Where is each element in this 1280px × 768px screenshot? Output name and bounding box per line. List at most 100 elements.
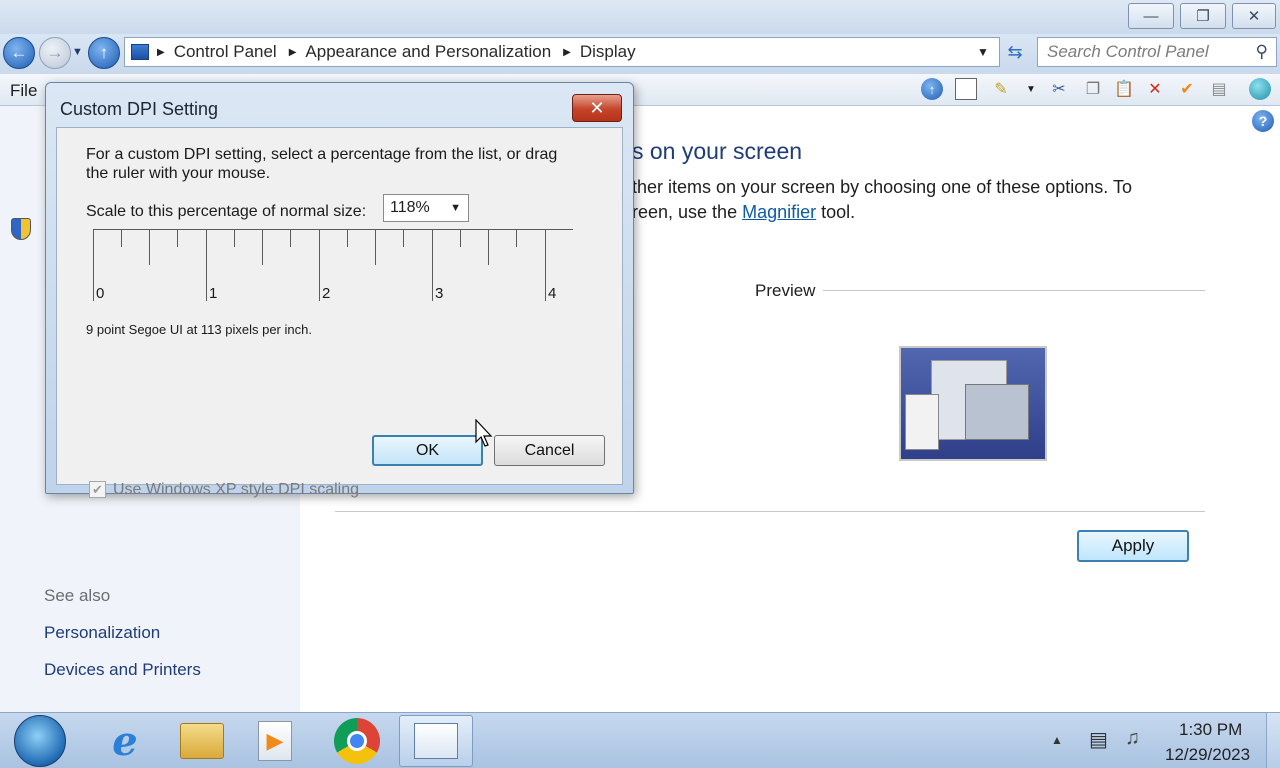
close-window-button[interactable]: ✕ [1232,3,1276,29]
preview-image [899,346,1047,461]
restore-button[interactable]: ❐ [1180,3,1226,29]
dialog-close-button[interactable]: ✕ [572,94,622,122]
network-icon[interactable]: ▤ [1089,727,1108,752]
ruler-tick [488,229,489,265]
taskbar-file-explorer[interactable] [167,715,237,767]
help-icon[interactable]: ? [1252,110,1274,132]
menu-file[interactable]: File [10,81,37,101]
scale-label: Scale to this percentage of normal size: [86,203,367,220]
desc-text-a: reen, use the [632,202,743,222]
taskbar-chrome[interactable] [322,715,392,767]
ruler-tick [206,229,207,301]
breadcrumb-appearance[interactable]: Appearance and Personalization [305,42,551,62]
close-icon: ✕ [589,97,605,118]
up-button[interactable]: ↑ [88,37,120,69]
taskbar-control-panel[interactable] [399,715,473,767]
control-panel-icon [414,723,458,759]
minimize-button[interactable]: — [1128,3,1174,29]
properties-icon[interactable]: ▤ [1208,78,1230,100]
page-description-line2: reen, use the Magnifier tool. [632,202,855,223]
ruler-tick [319,229,320,301]
search-input[interactable]: Search Control Panel ⚲ [1037,37,1277,67]
page-heading: s on your screen [632,138,803,164]
chevron-down-icon: ▼ [450,202,461,214]
preview-divider [823,290,1205,291]
start-button[interactable] [5,715,75,767]
control-panel-icon [131,44,149,60]
dpi-sample-text: 9 point Segoe UI at 113 pixels per inch. [86,322,312,337]
breadcrumb-arrow-icon: ▶ [563,46,571,58]
dropdown-icon[interactable]: ▼ [1020,78,1042,100]
scale-percentage-select[interactable]: 118% ▼ [383,194,469,222]
see-also-title: See also [44,586,111,605]
show-hidden-icons-button[interactable]: ▲ [1051,733,1063,747]
xp-scaling-label: Use Windows XP style DPI scaling [113,481,360,498]
paste-icon[interactable]: 📋 [1113,78,1135,100]
show-desktop-button[interactable] [1266,713,1280,768]
pane-icon[interactable] [955,78,977,100]
cancel-label: Cancel [524,441,575,459]
recent-pages-dropdown[interactable]: ▼ [72,46,83,58]
restore-icon: ❐ [1196,8,1210,25]
checkmark-icon[interactable]: ✔ [1176,78,1198,100]
address-dropdown-icon[interactable]: ▼ [977,45,989,59]
media-player-icon: ▶ [258,721,292,761]
ruler-top-line [93,229,573,230]
dialog-instructions-line2: the ruler with your mouse. [86,165,271,182]
ruler-tick [432,229,433,301]
cut-icon[interactable]: ✂ [1048,78,1070,100]
up-folder-icon[interactable]: ↑ [921,78,943,100]
breadcrumb-display[interactable]: Display [580,42,636,62]
apply-button[interactable]: Apply [1077,530,1189,562]
address-bar[interactable]: ▶ Control Panel ▶ Appearance and Persona… [124,37,1000,67]
forward-arrow-icon: → [46,43,64,62]
back-button[interactable]: ← [3,37,35,69]
taskbar: e ▶ ▲ ▤ ♫ 1:30 PM 12/29/2023 [0,712,1280,768]
ruler-tick [234,229,235,247]
ruler-tick [375,229,376,265]
dialog-title: Custom DPI Setting [60,99,219,119]
chrome-icon [334,718,380,764]
ok-label: OK [415,441,440,459]
see-also-devices-printers-link[interactable]: Devices and Printers [44,660,201,680]
desc-text-b: tool. [816,202,856,222]
minimize-icon: — [1143,7,1159,25]
copy-icon[interactable]: ❐ [1082,78,1104,100]
search-placeholder: Search Control Panel [1047,42,1209,61]
clock-date[interactable]: 12/29/2023 [1165,745,1250,765]
internet-explorer-icon: e [112,717,138,765]
refresh-button[interactable]: ⇆ [1003,40,1027,64]
back-arrow-icon: ← [10,43,28,62]
forward-button[interactable]: → [39,37,71,69]
delete-icon[interactable]: ✕ [1144,78,1166,100]
folder-options-icon[interactable]: ✎ [990,78,1012,100]
ok-button[interactable]: OK [372,435,483,466]
custom-dpi-dialog: Custom DPI Setting ✕ For a custom DPI se… [45,82,634,498]
dpi-ruler[interactable]: 0 1 2 3 4 [93,229,573,309]
taskbar-internet-explorer[interactable]: e [90,715,160,767]
see-also-personalization-link[interactable]: Personalization [44,623,160,643]
scale-value: 118% [390,199,430,216]
magnifier-link[interactable]: Magnifier [742,202,816,222]
refresh-icon: ⇆ [1007,41,1023,62]
ruler-tick [121,229,122,247]
ruler-label-3: 3 [435,285,444,302]
ruler-label-1: 1 [209,285,218,302]
close-icon: ✕ [1247,8,1261,25]
apply-label: Apply [1111,536,1155,555]
ruler-tick [545,229,546,301]
breadcrumb-control-panel[interactable]: Control Panel [174,42,277,62]
ruler-label-2: 2 [322,285,331,302]
ruler-tick [290,229,291,247]
volume-muted-icon[interactable]: ♫ [1125,727,1140,750]
xp-scaling-checkbox-box[interactable]: ✔ [89,481,106,498]
globe-icon[interactable] [1249,78,1271,100]
cancel-button[interactable]: Cancel [494,435,605,466]
file-explorer-icon [180,723,224,759]
dialog-instructions-line1: For a custom DPI setting, select a perce… [86,146,558,163]
dialog-body: For a custom DPI setting, select a perce… [56,127,623,498]
clock-time[interactable]: 1:30 PM [1179,720,1242,740]
taskbar-media-player[interactable]: ▶ [240,715,310,767]
ruler-tick [93,229,94,301]
breadcrumb-arrow-icon: ▶ [288,46,297,58]
